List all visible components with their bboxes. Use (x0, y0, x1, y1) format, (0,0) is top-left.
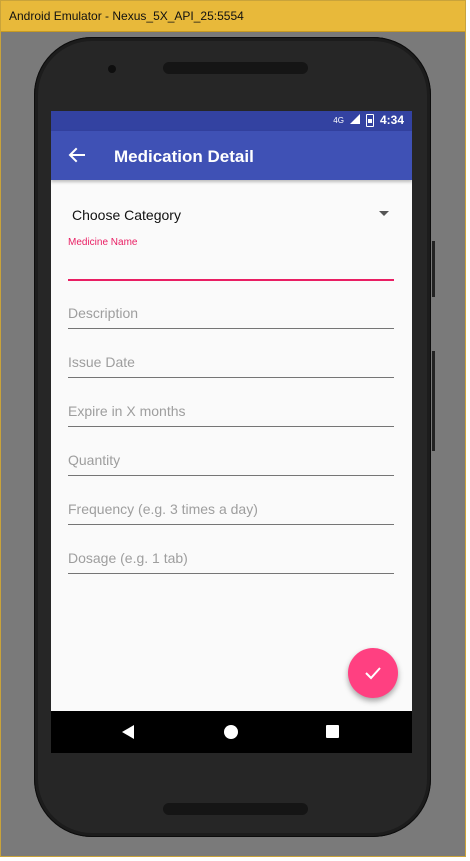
emulator-window: Android Emulator - Nexus_5X_API_25:5554 … (0, 0, 466, 857)
page-title: Medication Detail (114, 147, 254, 166)
window-title: Android Emulator - Nexus_5X_API_25:5554 (9, 9, 244, 23)
top-speaker-grille (163, 62, 308, 74)
app-bar: Medication Detail (51, 131, 412, 180)
expire-months-input[interactable] (68, 396, 394, 426)
power-button[interactable] (432, 241, 435, 297)
description-field-wrap (68, 298, 394, 329)
dosage-field-wrap (68, 543, 394, 574)
dropdown-arrow-icon (379, 211, 389, 216)
issue-date-input[interactable] (68, 347, 394, 377)
medicine-name-input[interactable] (68, 249, 394, 279)
nav-back-icon[interactable] (122, 725, 134, 739)
category-selected: Choose Category (72, 207, 181, 223)
signal-strength-icon (349, 113, 360, 127)
quantity-field-wrap (68, 445, 394, 476)
network-signal-icon: 4G (333, 115, 344, 125)
save-fab-button[interactable] (348, 648, 398, 698)
frequency-field-wrap (68, 494, 394, 525)
volume-rocker[interactable] (432, 351, 435, 451)
window-titlebar[interactable]: Android Emulator - Nexus_5X_API_25:5554 (1, 1, 465, 32)
front-camera (108, 65, 116, 73)
expire-field-wrap (68, 396, 394, 427)
nav-home-icon[interactable] (224, 725, 238, 739)
status-bar: 4G 4:34 (51, 111, 412, 131)
nav-recents-icon[interactable] (326, 725, 339, 738)
issue-date-field-wrap (68, 347, 394, 378)
battery-icon (365, 113, 374, 127)
dosage-input[interactable] (68, 543, 394, 573)
status-time: 4:34 (379, 113, 404, 127)
quantity-input[interactable] (68, 445, 394, 475)
system-nav-bar (51, 711, 412, 753)
frequency-input[interactable] (68, 494, 394, 524)
medicine-name-label: Medicine Name (68, 237, 138, 248)
description-input[interactable] (68, 298, 394, 328)
bottom-speaker-grille (163, 803, 308, 815)
category-spinner[interactable]: Choose Category (63, 201, 393, 229)
device-screen: 4G 4:34 Medication Detail Choose Categor… (51, 111, 412, 753)
medicine-name-field-wrap (68, 249, 394, 281)
arrow-back-icon[interactable] (67, 145, 87, 165)
